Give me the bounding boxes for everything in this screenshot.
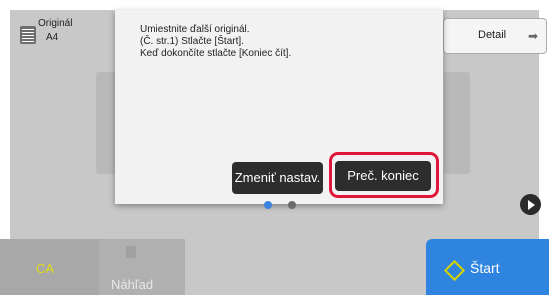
read-end-button[interactable]: Preč. koniec (335, 161, 431, 191)
start-label: Štart (470, 260, 500, 276)
original-label: Originál (38, 18, 73, 29)
ca-label: CA (36, 261, 55, 276)
original-settings[interactable]: Originál A4 (18, 18, 98, 64)
dialog-message: Umiestnite ďalší originál. (Č. str.1) St… (140, 24, 291, 60)
dialog-line-2: (Č. str.1) Stlačte [Štart]. (140, 36, 244, 47)
start-diamond-icon (443, 259, 466, 282)
ca-button[interactable]: CA (0, 239, 99, 295)
dialog-line-3: Keď dokončíte stlačte [Koniec čít]. (140, 48, 292, 59)
document-icon (20, 26, 36, 44)
dialog-line-1: Umiestnite ďalší originál. (140, 24, 250, 35)
detail-button[interactable]: Detail ➡ (443, 18, 547, 54)
copy-screen: Originál A4 Detail ➡ Umiestnite ďalší or… (0, 0, 549, 295)
detail-label: Detail (478, 29, 507, 41)
preview-button[interactable]: Náhľad (99, 239, 185, 295)
next-original-dialog: Umiestnite ďalší originál. (Č. str.1) St… (115, 10, 443, 204)
original-size: A4 (46, 32, 59, 43)
page-indicator-active (264, 201, 272, 209)
page-indicator (288, 201, 296, 209)
next-page-button[interactable] (520, 194, 541, 215)
start-button[interactable]: Štart (426, 239, 549, 295)
background-card-right (444, 72, 470, 174)
arrow-right-icon: ➡ (528, 29, 539, 43)
change-settings-button[interactable]: Zmeniť nastav. (232, 162, 323, 194)
preview-icon (126, 246, 136, 258)
preview-label: Náhľad (111, 277, 154, 292)
